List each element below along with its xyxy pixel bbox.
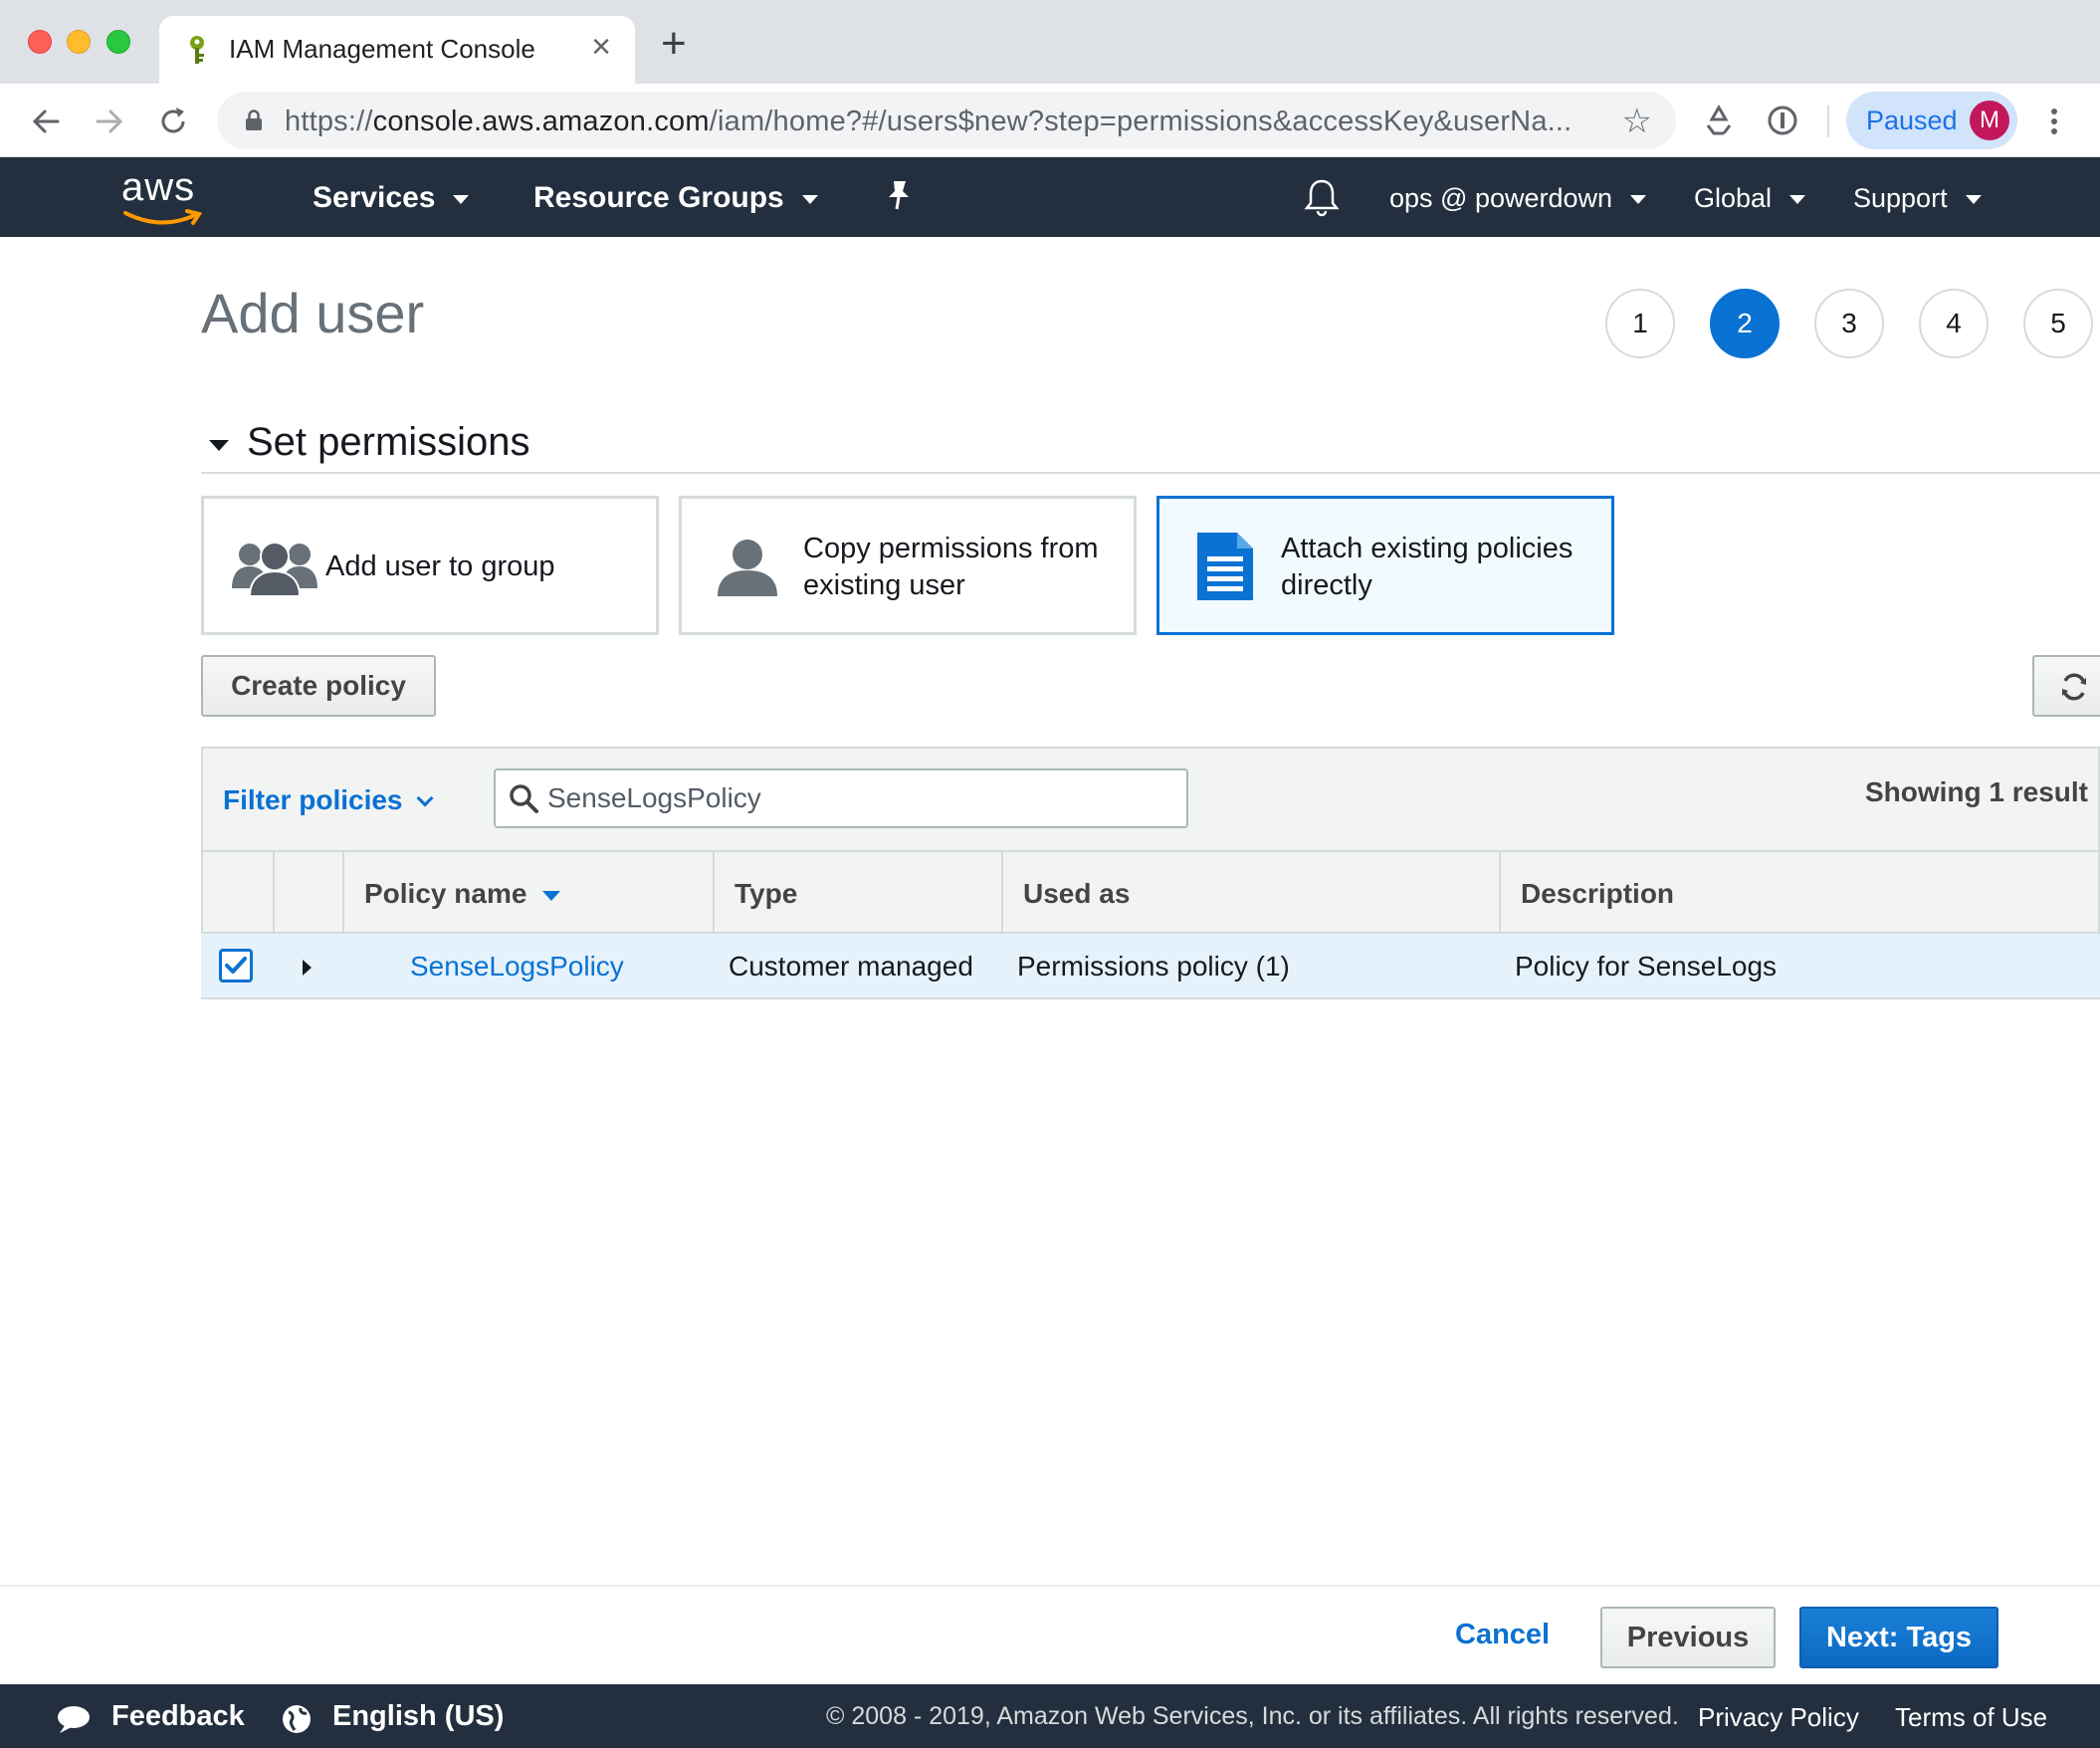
privacy-policy-link[interactable]: Privacy Policy xyxy=(1698,1702,1859,1733)
section-title: Set permissions xyxy=(247,420,530,464)
console-footer: Feedback English (US) © 2008 - 2019, Ama… xyxy=(0,1684,2100,1748)
search-value: SenseLogsPolicy xyxy=(547,782,761,813)
page-title: Add user xyxy=(201,282,425,344)
document-icon xyxy=(1197,533,1253,600)
filter-policies-dropdown[interactable]: Filter policies xyxy=(223,784,433,816)
browser-toolbar: https://console.aws.amazon.com/iam/home?… xyxy=(0,84,2100,157)
group-users-icon xyxy=(232,542,317,596)
new-tab-button[interactable]: + xyxy=(661,22,687,66)
expand-row-icon[interactable] xyxy=(303,960,312,976)
menu-dots-icon[interactable] xyxy=(2044,102,2064,141)
previous-button[interactable]: Previous xyxy=(1600,1607,1776,1668)
search-icon xyxy=(510,784,538,813)
window-minimize-button[interactable] xyxy=(67,30,91,54)
policy-name-column-header[interactable]: Policy name xyxy=(342,852,713,932)
create-policy-button[interactable]: Create policy xyxy=(201,655,436,717)
globe-icon xyxy=(283,1705,311,1733)
support-menu[interactable]: Support xyxy=(1853,183,1982,214)
toolbar-divider xyxy=(1827,106,1829,137)
cancel-button[interactable]: Cancel xyxy=(1455,1619,1550,1651)
policy-type-cell: Customer managed xyxy=(729,951,973,982)
chevron-down-icon xyxy=(416,789,433,807)
wizard-step-4[interactable]: 4 xyxy=(1919,289,1989,358)
next-tags-button[interactable]: Next: Tags xyxy=(1799,1607,1998,1668)
chevron-down-icon xyxy=(1965,195,1982,205)
window-zoom-button[interactable] xyxy=(106,30,130,54)
back-arrow-icon[interactable] xyxy=(26,102,66,141)
type-column-header[interactable]: Type xyxy=(713,852,1001,932)
chevron-down-icon xyxy=(1789,195,1806,205)
speech-bubble-icon xyxy=(58,1706,90,1733)
option-label: Copy permissions from existing user xyxy=(803,533,1099,601)
tab-title: IAM Management Console xyxy=(229,34,535,64)
profile-status: Paused xyxy=(1866,106,1958,135)
forward-arrow-icon[interactable] xyxy=(90,102,129,141)
wizard-step-3[interactable]: 3 xyxy=(1814,289,1884,358)
chevron-down-icon xyxy=(1630,195,1647,205)
bookmark-star-icon[interactable]: ☆ xyxy=(1622,102,1652,141)
feedback-button[interactable]: Feedback xyxy=(56,1700,245,1733)
expand-column-header xyxy=(273,852,342,932)
browser-tab[interactable]: IAM Management Console × xyxy=(159,16,635,84)
services-menu[interactable]: Services xyxy=(313,181,470,215)
language-selector[interactable]: English (US) xyxy=(281,1700,504,1733)
password-manager-icon[interactable] xyxy=(1764,102,1801,139)
checkmark-icon xyxy=(225,957,247,974)
wizard-actions: Cancel Previous Next: Tags xyxy=(0,1585,2100,1684)
caret-down-icon xyxy=(209,440,229,451)
resource-groups-menu[interactable]: Resource Groups xyxy=(533,181,818,215)
attach-policies-option[interactable]: Attach existing policies directly xyxy=(1156,496,1614,635)
policy-table-header: Policy name Type Used as Description xyxy=(201,850,2100,934)
policy-name-link[interactable]: SenseLogsPolicy xyxy=(410,951,624,983)
wizard-step-2[interactable]: 2 xyxy=(1710,289,1780,358)
select-column-header xyxy=(203,852,273,932)
profile-button[interactable]: Paused M xyxy=(1846,92,2017,149)
table-row[interactable]: SenseLogsPolicy Customer managed Permiss… xyxy=(201,934,2100,999)
chevron-down-icon xyxy=(801,194,818,204)
browser-tab-bar: IAM Management Console × + xyxy=(0,0,2100,84)
row-checkbox[interactable] xyxy=(219,949,253,983)
set-permissions-section[interactable]: Set permissions xyxy=(201,416,2100,474)
account-menu[interactable]: ops @ powerdown xyxy=(1389,183,1647,214)
terms-of-use-link[interactable]: Terms of Use xyxy=(1895,1702,2047,1733)
sort-descending-icon xyxy=(542,890,561,901)
result-count: Showing 1 result xyxy=(1864,776,2088,807)
description-column-header[interactable]: Description xyxy=(1499,852,2100,932)
avatar: M xyxy=(1970,101,2009,140)
copyright-text: © 2008 - 2019, Amazon Web Services, Inc.… xyxy=(826,1702,1679,1730)
option-label: Attach existing policies directly xyxy=(1281,533,1574,601)
recycle-extension-icon[interactable] xyxy=(1700,102,1738,139)
lock-icon xyxy=(246,109,262,130)
refresh-button[interactable] xyxy=(2032,655,2100,717)
chevron-down-icon xyxy=(453,194,470,204)
copy-permissions-option[interactable]: Copy permissions from existing user xyxy=(679,496,1137,635)
wizard-step-5[interactable]: 5 xyxy=(2023,289,2093,358)
window-close-button[interactable] xyxy=(28,30,52,54)
used-as-column-header[interactable]: Used as xyxy=(1001,852,1499,932)
iam-key-icon xyxy=(190,36,204,64)
url-text: https://console.aws.amazon.com/iam/home?… xyxy=(285,106,1573,137)
description-cell: Policy for SenseLogs xyxy=(1515,951,1778,982)
bell-icon[interactable] xyxy=(1304,177,1340,217)
used-as-cell: Permissions policy (1) xyxy=(1017,951,1290,982)
search-input[interactable]: SenseLogsPolicy xyxy=(494,768,1188,828)
user-icon xyxy=(718,540,777,596)
aws-top-nav: aws Services Resource Groups ops @ power… xyxy=(0,157,2100,237)
option-label: Add user to group xyxy=(325,550,555,582)
aws-smile-icon xyxy=(123,209,203,225)
reload-icon[interactable] xyxy=(153,102,193,141)
add-user-to-group-option[interactable]: Add user to group xyxy=(201,496,659,635)
refresh-icon xyxy=(2062,673,2086,701)
filter-bar: Filter policies SenseLogsPolicy Showing … xyxy=(201,747,2100,850)
pin-icon[interactable] xyxy=(884,179,914,213)
tab-close-icon[interactable]: × xyxy=(591,28,611,67)
address-bar[interactable]: https://console.aws.amazon.com/iam/home?… xyxy=(217,92,1676,149)
wizard-step-1[interactable]: 1 xyxy=(1605,289,1675,358)
region-menu[interactable]: Global xyxy=(1694,183,1806,214)
